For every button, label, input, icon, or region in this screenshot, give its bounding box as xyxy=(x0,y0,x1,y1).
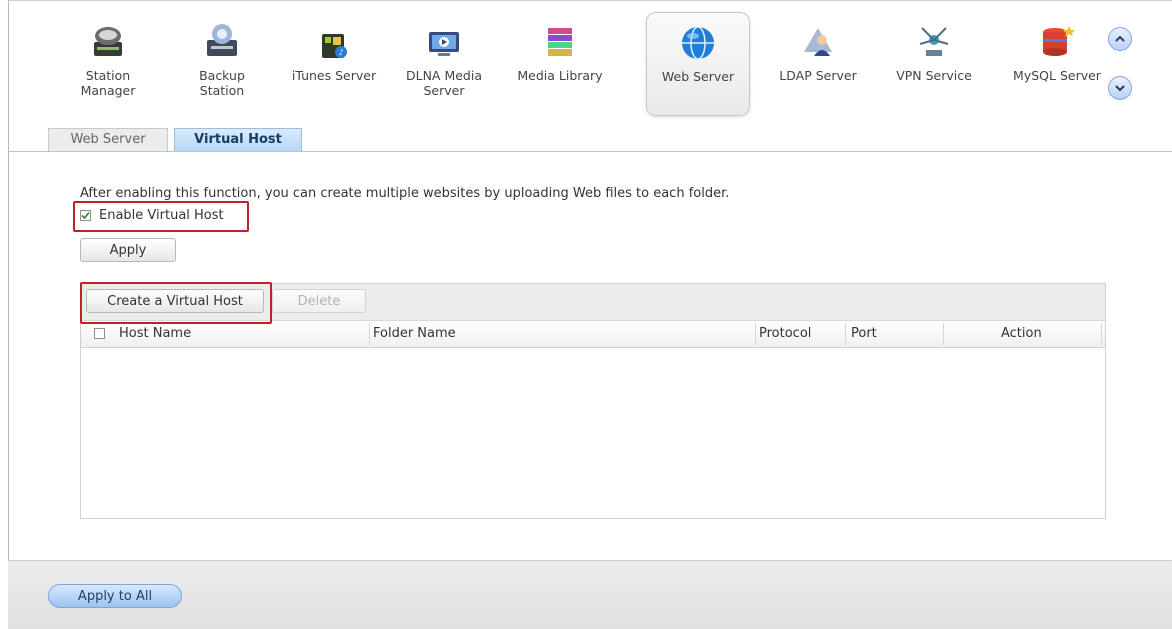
app-label-station-manager: Station Manager xyxy=(80,68,136,98)
app-media-library[interactable]: Media Library xyxy=(512,12,608,116)
app-station-manager[interactable]: Station Manager xyxy=(60,12,156,116)
column-port[interactable]: Port xyxy=(851,321,877,347)
window-left-border xyxy=(8,0,9,628)
column-action[interactable]: Action xyxy=(1001,321,1042,347)
chevron-down-icon xyxy=(1115,85,1125,92)
vpn-service-icon xyxy=(919,27,949,56)
app-vpn-service[interactable]: VPN Service xyxy=(886,12,982,116)
footer-bar: Apply to All xyxy=(8,560,1172,629)
svg-text:♪: ♪ xyxy=(339,48,344,57)
window-top-border xyxy=(8,0,1172,1)
app-label-mysql-server: MySQL Server xyxy=(1013,68,1101,83)
virtual-host-description: After enabling this function, you can cr… xyxy=(80,186,730,201)
chevron-up-icon xyxy=(1115,35,1125,42)
app-label-ldap-server: LDAP Server xyxy=(779,68,857,83)
column-folder-name[interactable]: Folder Name xyxy=(373,321,456,347)
column-separator xyxy=(1101,323,1102,345)
ldap-server-icon xyxy=(804,28,832,56)
app-web-server[interactable]: Web Server xyxy=(646,12,750,116)
itunes-server-icon: ♪ xyxy=(322,34,347,58)
table-header: Host Name Folder Name Protocol Port Acti… xyxy=(81,320,1105,348)
create-highlight-box xyxy=(80,282,272,324)
tab-divider xyxy=(8,151,1172,152)
column-separator xyxy=(369,323,370,345)
app-label-media-library: Media Library xyxy=(517,68,603,83)
app-toolbar: Station Manager Backup Station ♪ iTunes … xyxy=(60,10,1120,118)
app-itunes-server[interactable]: ♪ iTunes Server xyxy=(286,12,382,116)
apply-button[interactable]: Apply xyxy=(80,238,176,262)
app-label-backup-station: Backup Station xyxy=(199,68,245,98)
web-server-globe-icon xyxy=(682,26,714,60)
tab-web-server[interactable]: Web Server xyxy=(48,128,168,151)
enable-highlight-box xyxy=(73,201,249,232)
column-separator xyxy=(845,323,846,345)
station-manager-icon xyxy=(94,27,122,56)
column-protocol[interactable]: Protocol xyxy=(759,321,811,347)
app-label-itunes-server: iTunes Server xyxy=(291,68,377,83)
column-host-name[interactable]: Host Name xyxy=(119,321,191,347)
delete-button[interactable]: Delete xyxy=(272,289,366,313)
app-label-dlna-media-server: DLNA Media Server xyxy=(405,68,482,98)
app-label-vpn-service: VPN Service xyxy=(896,68,972,83)
scroll-up-button[interactable] xyxy=(1108,27,1132,51)
app-dlna-media-server[interactable]: DLNA Media Server xyxy=(396,12,492,116)
backup-station-icon xyxy=(207,24,237,56)
app-ldap-server[interactable]: LDAP Server xyxy=(770,12,866,116)
column-separator xyxy=(943,323,944,345)
dlna-media-server-icon xyxy=(429,32,459,56)
apply-to-all-button[interactable]: Apply to All xyxy=(48,584,182,608)
select-all-checkbox[interactable] xyxy=(94,328,105,339)
tab-virtual-host[interactable]: Virtual Host xyxy=(174,128,302,151)
mysql-server-icon xyxy=(1043,26,1075,56)
scroll-down-button[interactable] xyxy=(1108,76,1132,100)
app-backup-station[interactable]: Backup Station xyxy=(174,12,270,116)
app-mysql-server[interactable]: MySQL Server xyxy=(1002,12,1112,116)
column-separator xyxy=(755,323,756,345)
app-label-web-server: Web Server xyxy=(661,69,735,84)
media-library-icon xyxy=(548,28,572,56)
